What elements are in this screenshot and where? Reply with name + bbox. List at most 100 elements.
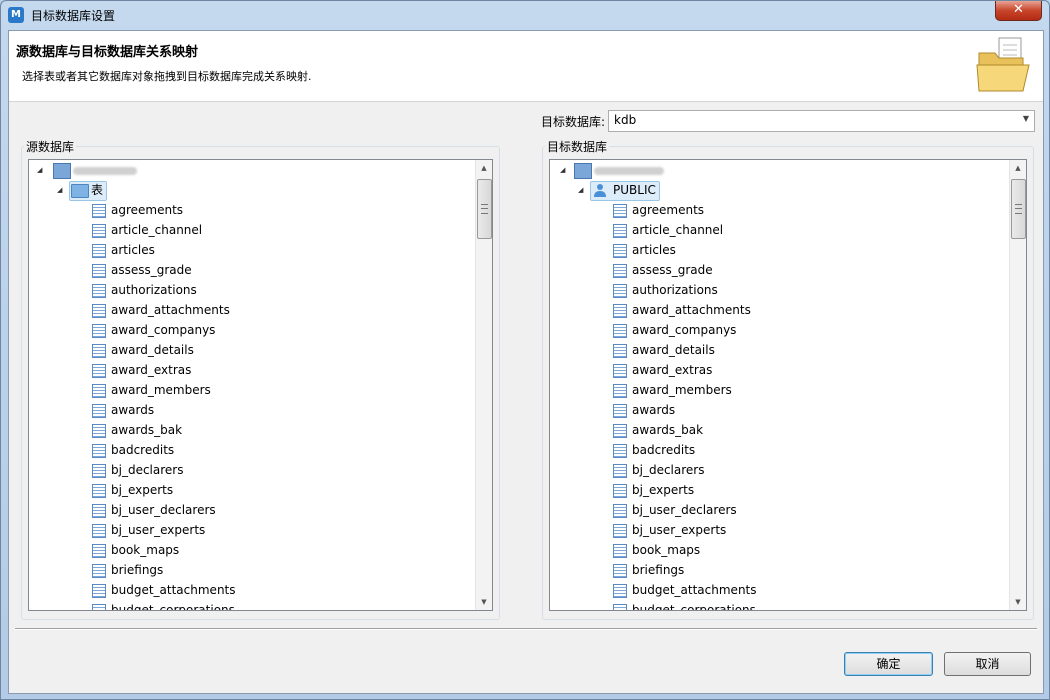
- table-name: bj_declarers: [632, 463, 705, 477]
- source-scrollbar[interactable]: ▲ ▼: [475, 160, 492, 610]
- table-row[interactable]: assess_grade: [29, 260, 469, 280]
- table-row[interactable]: award_companys: [29, 320, 469, 340]
- table-icon: [613, 384, 627, 398]
- table-row[interactable]: authorizations: [29, 280, 469, 300]
- table-name: bj_user_experts: [111, 523, 206, 537]
- table-row[interactable]: budget_corporations: [29, 600, 469, 611]
- table-row[interactable]: budget_attachments: [29, 580, 469, 600]
- table-row[interactable]: bj_declarers: [550, 460, 990, 480]
- table-row[interactable]: bj_user_declarers: [29, 500, 469, 520]
- target-scrollbar[interactable]: ▲ ▼: [1009, 160, 1026, 610]
- table-row[interactable]: awards_bak: [550, 420, 990, 440]
- table-icon: [613, 584, 627, 598]
- table-row[interactable]: badcredits: [550, 440, 990, 460]
- table-name: budget_corporations: [632, 603, 756, 611]
- table-icon: [92, 564, 106, 578]
- table-icon: [613, 344, 627, 358]
- table-row[interactable]: articles: [29, 240, 469, 260]
- close-button[interactable]: ✕: [995, 1, 1042, 21]
- ok-button[interactable]: 确定: [844, 652, 933, 676]
- target-db-node[interactable]: ◢: [550, 160, 1000, 180]
- table-row[interactable]: assess_grade: [550, 260, 990, 280]
- table-row[interactable]: article_channel: [29, 220, 469, 240]
- table-row[interactable]: agreements: [29, 200, 469, 220]
- table-row[interactable]: awards: [29, 400, 469, 420]
- table-row[interactable]: award_details: [550, 340, 990, 360]
- target-schema-node[interactable]: ◢ PUBLIC: [550, 180, 1000, 201]
- table-icon: [613, 304, 627, 318]
- table-row[interactable]: award_extras: [550, 360, 990, 380]
- title-bar[interactable]: M 目标数据库设置 ✕: [1, 1, 1049, 29]
- table-icon: [613, 364, 627, 378]
- table-name: briefings: [111, 563, 164, 577]
- source-tree[interactable]: ◢ ◢ 表 agreements article_channel articles a…: [28, 159, 493, 611]
- scroll-down-icon[interactable]: ▼: [1010, 594, 1026, 610]
- table-row[interactable]: bj_experts: [29, 480, 469, 500]
- table-row[interactable]: articles: [550, 240, 990, 260]
- table-row[interactable]: award_companys: [550, 320, 990, 340]
- collapse-icon[interactable]: ◢: [578, 180, 583, 200]
- table-row[interactable]: award_details: [29, 340, 469, 360]
- table-name: articles: [632, 243, 676, 257]
- table-row[interactable]: budget_attachments: [550, 580, 990, 600]
- table-icon: [92, 524, 106, 538]
- table-name: award_extras: [111, 363, 192, 377]
- table-name: book_maps: [632, 543, 701, 557]
- target-db-value: kdb: [614, 113, 637, 127]
- table-icon: [92, 364, 106, 378]
- table-row[interactable]: award_extras: [29, 360, 469, 380]
- source-db-node[interactable]: ◢: [29, 160, 469, 180]
- table-name: badcredits: [111, 443, 175, 457]
- source-group-label: 源数据库: [24, 138, 77, 155]
- collapse-icon[interactable]: ◢: [37, 160, 42, 180]
- table-name: book_maps: [111, 543, 180, 557]
- table-row[interactable]: briefings: [550, 560, 990, 580]
- table-row[interactable]: bj_user_experts: [29, 520, 469, 540]
- scroll-up-icon[interactable]: ▲: [476, 160, 492, 176]
- table-name: articles: [111, 243, 155, 257]
- source-folder-node[interactable]: ◢ 表: [29, 180, 469, 201]
- table-row[interactable]: book_maps: [550, 540, 990, 560]
- collapse-icon[interactable]: ◢: [57, 180, 62, 200]
- table-row[interactable]: book_maps: [29, 540, 469, 560]
- chevron-down-icon[interactable]: ▼: [1023, 114, 1029, 123]
- scroll-thumb[interactable]: [477, 179, 492, 239]
- target-db-select[interactable]: kdb ▼: [608, 110, 1035, 132]
- table-name: budget_corporations: [111, 603, 235, 611]
- redacted-db-name: [73, 167, 137, 175]
- target-tree[interactable]: ◢ ◢ PUBLIC agreements article_channelarti…: [549, 159, 1027, 611]
- database-icon: [53, 163, 71, 179]
- table-row[interactable]: award_members: [29, 380, 469, 400]
- table-row[interactable]: award_attachments: [29, 300, 469, 320]
- table-row[interactable]: bj_user_experts: [550, 520, 990, 540]
- table-icon: [92, 464, 106, 478]
- table-name: award_extras: [632, 363, 713, 377]
- table-row[interactable]: awards: [550, 400, 990, 420]
- table-name: assess_grade: [632, 263, 713, 277]
- table-icon: [92, 424, 106, 438]
- table-row[interactable]: budget_corporations: [550, 600, 990, 611]
- table-row[interactable]: briefings: [29, 560, 469, 580]
- table-row[interactable]: badcredits: [29, 440, 469, 460]
- table-icon: [613, 424, 627, 438]
- scroll-down-icon[interactable]: ▼: [476, 594, 492, 610]
- header-description: 选择表或者其它数据库对象拖拽到目标数据库完成关系映射.: [22, 70, 312, 83]
- collapse-icon[interactable]: ◢: [560, 160, 565, 180]
- table-row[interactable]: bj_declarers: [29, 460, 469, 480]
- table-row[interactable]: article_channel: [550, 220, 990, 240]
- table-row[interactable]: authorizations: [550, 280, 990, 300]
- scroll-thumb[interactable]: [1011, 179, 1026, 239]
- table-icon: [92, 404, 106, 418]
- table-icon: [92, 484, 106, 498]
- table-icon: [92, 324, 106, 338]
- scroll-up-icon[interactable]: ▲: [1010, 160, 1026, 176]
- table-icon: [613, 504, 627, 518]
- table-row[interactable]: bj_experts: [550, 480, 990, 500]
- database-icon: [574, 163, 592, 179]
- table-row[interactable]: awards_bak: [29, 420, 469, 440]
- table-row[interactable]: award_attachments: [550, 300, 990, 320]
- table-row[interactable]: bj_user_declarers: [550, 500, 990, 520]
- table-row[interactable]: award_members: [550, 380, 990, 400]
- table-row[interactable]: agreements: [550, 200, 990, 220]
- cancel-button[interactable]: 取消: [944, 652, 1031, 676]
